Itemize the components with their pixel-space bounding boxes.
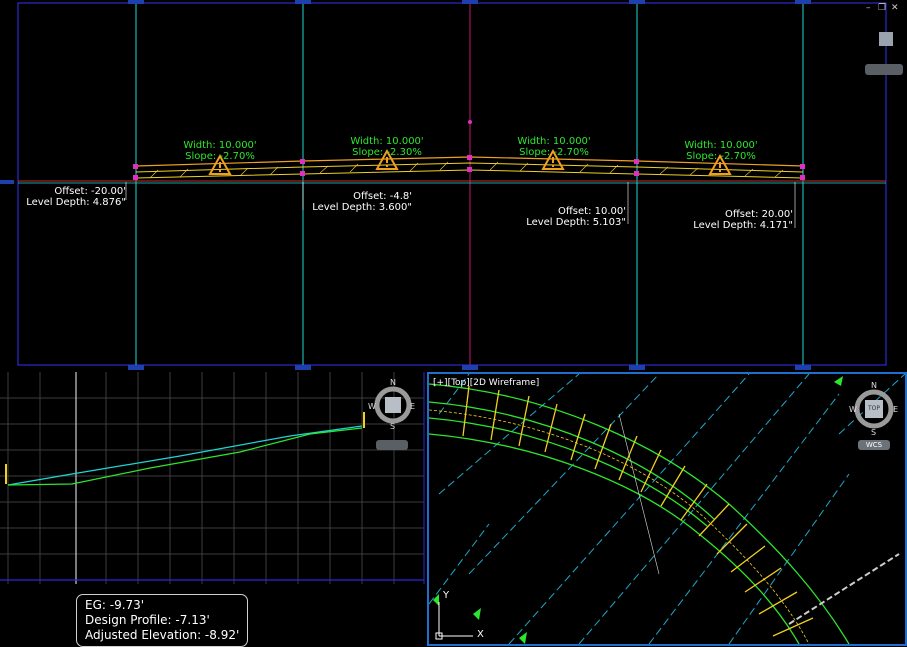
compass-east[interactable]: E bbox=[893, 405, 898, 414]
compass-south[interactable]: S bbox=[871, 428, 876, 437]
section-viewport[interactable]: – ❐ ✕ Width: 10.000' Slope: -2.70% Width… bbox=[0, 0, 907, 372]
segment-width: Width: 10.000' bbox=[350, 136, 424, 147]
compass-north[interactable]: N bbox=[871, 381, 877, 390]
compass-west[interactable]: W bbox=[368, 402, 376, 411]
ucs-x-label: X bbox=[477, 629, 484, 640]
offset-label-2: Offset: -4.8' Level Depth: 3.600" bbox=[292, 191, 412, 213]
level-depth-value: Level Depth: 3.600" bbox=[312, 202, 412, 213]
viewport-controls-label[interactable]: [+][Top][2D Wireframe] bbox=[433, 378, 539, 388]
eg-value: EG: -9.73' bbox=[85, 598, 145, 612]
segment-label-1: Width: 10.000' Slope: -2.70% bbox=[180, 140, 260, 162]
section-drawing bbox=[0, 0, 887, 370]
segment-label-3: Width: 10.000' Slope: -2.70% bbox=[514, 136, 594, 158]
segment-label-2: Width: 10.000' Slope: -2.30% bbox=[347, 136, 427, 158]
adjusted-elevation-value: Adjusted Elevation: -8.92' bbox=[85, 628, 240, 642]
level-depth-value: Level Depth: 4.876" bbox=[26, 197, 126, 208]
offset-label-1: Offset: -20.00' Level Depth: 4.876" bbox=[10, 186, 126, 208]
level-depth-value: Level Depth: 4.171" bbox=[693, 220, 793, 231]
segment-slope: Slope: -2.70% bbox=[686, 151, 756, 162]
wcs-menu-button[interactable]: WCS bbox=[858, 440, 890, 450]
offset-label-3: Offset: 10.00' Level Depth: 5.103" bbox=[508, 206, 626, 228]
compass-south[interactable]: S bbox=[390, 422, 395, 431]
segment-label-4: Width: 10.000' Slope: -2.70% bbox=[681, 140, 761, 162]
offset-value: Offset: -20.00' bbox=[54, 186, 126, 197]
close-button[interactable]: ✕ bbox=[891, 3, 899, 13]
segment-slope: Slope: -2.70% bbox=[185, 151, 255, 162]
viewcube-top-face[interactable]: TOP bbox=[868, 405, 880, 412]
compass-east[interactable]: E bbox=[410, 402, 415, 411]
plan-viewport[interactable]: [+][Top][2D Wireframe] N W E S TOP WCS Y… bbox=[427, 372, 907, 646]
ucs-y-label: Y bbox=[443, 590, 450, 601]
wcs-menu-button[interactable] bbox=[865, 64, 903, 75]
restore-button[interactable]: ❐ bbox=[878, 3, 886, 13]
segment-slope: Slope: -2.70% bbox=[519, 147, 589, 158]
segment-width: Width: 10.000' bbox=[684, 140, 758, 151]
offset-value: Offset: 10.00' bbox=[558, 206, 626, 217]
segment-width: Width: 10.000' bbox=[183, 140, 257, 151]
compass-west[interactable]: W bbox=[849, 405, 857, 414]
segment-slope: Slope: -2.30% bbox=[352, 147, 422, 158]
viewcube[interactable] bbox=[879, 32, 893, 46]
compass-north[interactable]: N bbox=[390, 378, 396, 387]
minimize-button[interactable]: – bbox=[866, 3, 871, 13]
offset-label-4: Offset: 20.00' Level Depth: 4.171" bbox=[675, 209, 793, 231]
offset-value: Offset: 20.00' bbox=[725, 209, 793, 220]
elevation-tooltip: EG: -9.73' Design Profile: -7.13' Adjust… bbox=[76, 594, 249, 647]
segment-width: Width: 10.000' bbox=[517, 136, 591, 147]
plan-drawing bbox=[429, 374, 905, 644]
design-profile-value: Design Profile: -7.13' bbox=[85, 613, 210, 627]
offset-value: Offset: -4.8' bbox=[353, 191, 412, 202]
level-depth-value: Level Depth: 5.103" bbox=[526, 217, 626, 228]
